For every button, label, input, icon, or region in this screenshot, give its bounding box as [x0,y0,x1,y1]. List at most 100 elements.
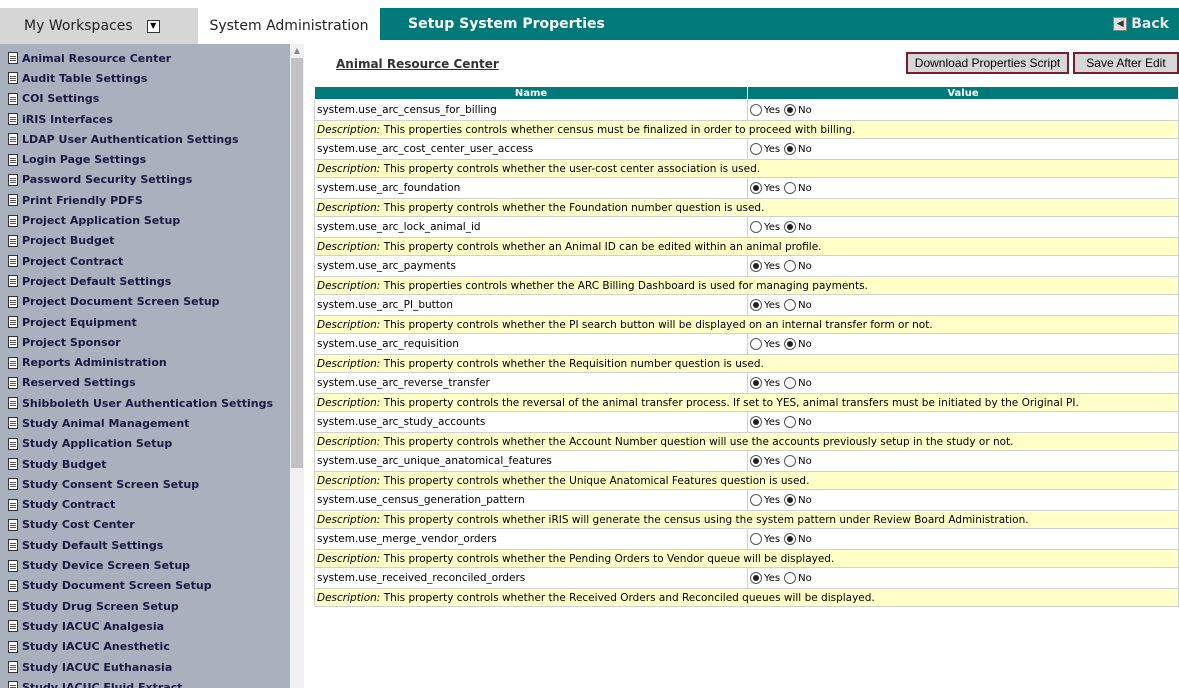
property-value: Yes No [747,567,1179,589]
radio-yes-label: Yes [764,416,781,428]
sidebar-item-label: Login Page Settings [22,153,147,167]
radio-no-label: No [798,455,812,467]
sidebar-item[interactable]: Study Application Setup [0,434,290,454]
scrollbar-thumb[interactable] [291,58,303,468]
radio-no[interactable] [784,299,797,311]
sidebar-item-label: Project Application Setup [22,214,181,228]
property-row: system.use_arc_census_for_billing Yes No [314,99,1179,121]
sidebar-item[interactable]: Study Contract [0,495,290,515]
document-icon [8,458,18,471]
sidebar-item[interactable]: Project Document Screen Setup [0,292,290,312]
document-icon [8,133,18,146]
radio-yes[interactable] [750,416,762,428]
radio-no[interactable] [784,143,797,155]
sidebar-item-label: Study IACUC Anesthetic [22,640,170,654]
radio-yes[interactable] [750,533,762,545]
property-value: Yes No [747,177,1179,199]
sidebar-item[interactable]: Study Budget [0,454,290,474]
sidebar-item[interactable]: Study Default Settings [0,535,290,555]
sidebar-item-label: Study Application Setup [22,437,173,451]
sidebar-item[interactable]: Project Contract [0,251,290,271]
sidebar-item[interactable]: LDAP User Authentication Settings [0,129,290,149]
radio-yes[interactable] [750,338,762,350]
sidebar-item[interactable]: Animal Resource Center [0,48,290,68]
system-administration-tab[interactable]: System Administration [198,8,380,44]
radio-no[interactable] [784,416,797,428]
sidebar-scrollbar[interactable]: ▲ [290,44,304,688]
sidebar-item[interactable]: COI Settings [0,89,290,109]
sidebar-item[interactable]: Project Application Setup [0,210,290,230]
sidebar-item[interactable]: Login Page Settings [0,149,290,169]
radio-no[interactable] [784,533,797,545]
property-row: system.use_merge_vendor_orders Yes No [314,528,1179,550]
description-row: Description: This property controls whet… [314,237,1179,256]
description-label: Description: [317,591,381,604]
page-title-bar: Setup System Properties ◀ Back [380,8,1179,40]
sidebar-item[interactable]: Study Document Screen Setup [0,576,290,596]
back-button[interactable]: ◀ Back [1113,16,1169,32]
sidebar-item[interactable]: Study Animal Management [0,413,290,433]
radio-yes[interactable] [750,104,762,116]
description-row: Description: This property controls whet… [314,588,1179,607]
radio-no[interactable] [784,338,797,350]
sidebar-item[interactable]: Project Equipment [0,312,290,332]
sidebar-item[interactable]: Study IACUC Anesthetic [0,637,290,657]
radio-no[interactable] [784,221,797,233]
sidebar-item[interactable]: Project Budget [0,231,290,251]
radio-yes[interactable] [750,260,762,272]
sidebar-item[interactable]: Password Security Settings [0,170,290,190]
sidebar-item[interactable]: Study Device Screen Setup [0,555,290,575]
radio-yes[interactable] [750,143,762,155]
sidebar-item[interactable]: Study Drug Screen Setup [0,596,290,616]
radio-yes-label: Yes [764,260,781,272]
radio-yes[interactable] [750,221,762,233]
property-name: system.use_arc_PI_button [314,294,748,316]
sidebar-item[interactable]: Project Sponsor [0,332,290,352]
section-title: Animal Resource Center [336,57,499,71]
sidebar-item[interactable]: Shibboleth User Authentication Settings [0,393,290,413]
radio-no[interactable] [784,455,797,467]
description-row: Description: This property controls whet… [314,315,1179,334]
sidebar-item[interactable]: Study IACUC Euthanasia [0,657,290,677]
description-row: Description: This property controls whet… [314,471,1179,490]
document-icon [8,316,18,328]
my-workspaces-tab[interactable]: My Workspaces ▼ [0,8,198,44]
property-name: system.use_arc_reverse_transfer [314,372,748,394]
sidebar-item[interactable]: Reports Administration [0,352,290,372]
description-cell: Description: This property controls whet… [314,198,1179,217]
radio-yes[interactable] [750,455,762,467]
sidebar-item[interactable]: Study IACUC Fluid Extract [0,677,290,688]
radio-no[interactable] [784,377,797,389]
radio-yes-label: Yes [764,299,781,311]
sidebar-item[interactable]: Study Consent Screen Setup [0,474,290,494]
sidebar-item[interactable]: Study Cost Center [0,515,290,535]
document-icon [8,52,18,65]
sidebar-item[interactable]: Study IACUC Analgesia [0,616,290,636]
download-properties-script-button[interactable]: Download Properties Script [906,52,1069,74]
scroll-up-icon[interactable]: ▲ [292,46,302,56]
radio-no[interactable] [784,572,797,584]
radio-yes[interactable] [750,572,762,584]
property-value: Yes No [747,216,1179,238]
my-workspaces-label: My Workspaces [24,18,133,34]
document-icon [8,498,18,511]
sidebar-item[interactable]: Audit Table Settings [0,68,290,88]
sidebar-item[interactable]: Reserved Settings [0,373,290,393]
radio-no[interactable] [784,182,797,194]
radio-yes[interactable] [750,494,762,506]
radio-no[interactable] [784,104,797,116]
radio-no[interactable] [784,494,797,506]
save-after-edit-button[interactable]: Save After Edit [1073,52,1179,74]
document-icon [8,92,18,105]
sidebar-item[interactable]: Print Friendly PDFS [0,190,290,210]
chevron-down-icon[interactable]: ▼ [146,19,160,33]
radio-yes[interactable] [750,182,762,194]
property-name: system.use_arc_census_for_billing [314,99,748,121]
radio-no[interactable] [784,260,797,272]
sidebar-item[interactable]: Project Default Settings [0,271,290,291]
radio-yes[interactable] [750,377,762,389]
radio-yes[interactable] [750,299,762,311]
document-icon [8,194,18,207]
property-row: system.use_arc_lock_animal_id Yes No [314,216,1179,238]
sidebar-item[interactable]: iRIS Interfaces [0,109,290,129]
